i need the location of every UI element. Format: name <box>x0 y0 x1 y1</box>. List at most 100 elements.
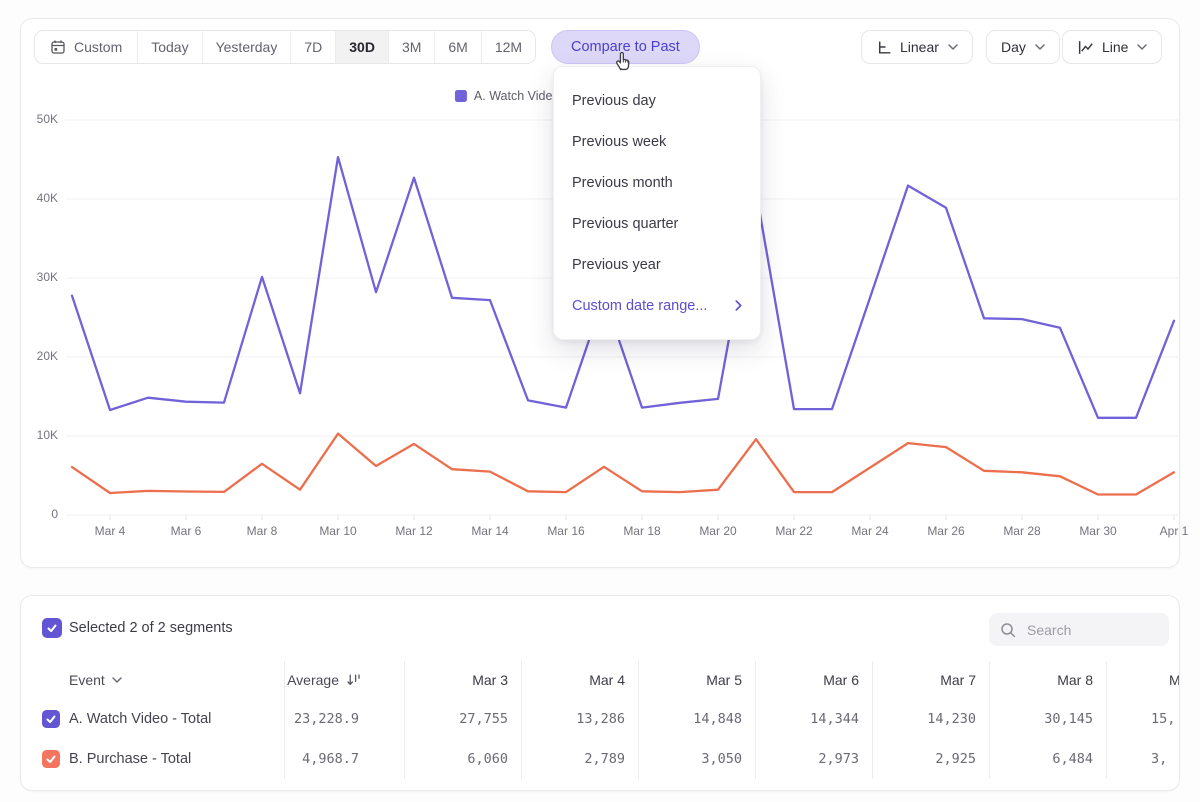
x-axis-tick-label: Mar 30 <box>1066 524 1130 538</box>
date-range-selector: Custom Today Yesterday 7D 30D 3M 6M 12M <box>34 30 536 64</box>
x-axis-tick-label: Mar 20 <box>686 524 750 538</box>
menu-item-custom-date-range[interactable]: Custom date range... <box>554 285 760 326</box>
scale-dropdown-button[interactable]: Linear <box>861 30 973 64</box>
compare-to-past-button[interactable]: Compare to Past <box>551 30 700 64</box>
compare-to-past-menu: Previous dayPrevious weekPrevious monthP… <box>553 66 761 340</box>
x-axis-tick-label: Mar 6 <box>154 524 218 538</box>
x-axis-tick-label: Mar 18 <box>610 524 674 538</box>
menu-item-previous-quarter[interactable]: Previous quarter <box>554 203 760 244</box>
menu-item-previous-week[interactable]: Previous week <box>554 121 760 162</box>
segment-name-cell: B. Purchase - Total <box>21 739 285 779</box>
x-axis-tick-label: Mar 22 <box>762 524 826 538</box>
date-range-label: 30D <box>349 39 375 55</box>
date-range-7d[interactable]: 7D <box>291 31 336 63</box>
menu-item-previous-year[interactable]: Previous year <box>554 244 760 285</box>
segment-label: A. Watch Video - Total <box>69 711 211 727</box>
interval-dropdown-button[interactable]: Day <box>986 30 1060 64</box>
date-range-label: Today <box>151 39 188 55</box>
column-header-label: Average <box>287 672 339 688</box>
column-header-label: M <box>1169 672 1180 688</box>
date-range-12m[interactable]: 12M <box>482 31 535 63</box>
segment-checkbox[interactable] <box>42 710 60 728</box>
segments-card: Selected 2 of 2 segments Event Average Mar… <box>20 595 1180 791</box>
column-header-label: Mar 7 <box>940 672 976 688</box>
y-axis-tick-label: 20K <box>6 349 58 363</box>
value-cell: 15, <box>1107 699 1180 739</box>
calendar-icon <box>50 39 66 55</box>
column-header-mar-4: Mar 4 <box>522 661 639 699</box>
scale-label: Linear <box>900 39 939 55</box>
y-axis-tick-label: 40K <box>6 191 58 205</box>
date-range-custom[interactable]: Custom <box>35 31 138 63</box>
x-axis-tick-label: Mar 10 <box>306 524 370 538</box>
date-range-label: 3M <box>402 39 421 55</box>
date-range-6m[interactable]: 6M <box>435 31 481 63</box>
value-cell: 6,060 <box>405 739 522 779</box>
date-range-label: 7D <box>304 39 322 55</box>
column-header-mar-3: Mar 3 <box>405 661 522 699</box>
value-cell: 14,344 <box>756 699 873 739</box>
chevron-right-icon <box>735 300 742 311</box>
segment-label: B. Purchase - Total <box>69 751 191 767</box>
select-all-segments-checkbox[interactable] <box>42 618 62 638</box>
value-cell: 14,848 <box>639 699 756 739</box>
column-header-label: Event <box>69 672 105 688</box>
search-icon <box>999 621 1017 639</box>
legend-swatch <box>455 90 467 102</box>
segment-checkbox[interactable] <box>42 750 60 768</box>
analytics-dashboard: Custom Today Yesterday 7D 30D 3M 6M 12M Compare… <box>0 0 1200 802</box>
x-axis-tick-label: Mar 16 <box>534 524 598 538</box>
y-axis-tick-label: 30K <box>6 270 58 284</box>
column-header-mar-7: Mar 7 <box>873 661 990 699</box>
value-cell: 23,228.9 <box>285 699 405 739</box>
y-axis-tick-label: 10K <box>6 428 58 442</box>
column-header-event[interactable]: Event <box>21 661 285 699</box>
date-range-label: Yesterday <box>216 39 278 55</box>
line-chart-icon <box>1077 39 1095 56</box>
chevron-down-icon <box>1137 44 1147 50</box>
value-cell: 27,755 <box>405 699 522 739</box>
interval-label: Day <box>1001 39 1026 55</box>
date-range-30d[interactable]: 30D <box>336 31 389 63</box>
column-header-label: Mar 4 <box>589 672 625 688</box>
column-header-average[interactable]: Average <box>285 661 405 699</box>
menu-item-previous-month[interactable]: Previous month <box>554 162 760 203</box>
axis-scale-icon <box>876 39 893 56</box>
x-axis-tick-label: Mar 24 <box>838 524 902 538</box>
y-axis-tick-label: 50K <box>6 112 58 126</box>
date-range-today[interactable]: Today <box>138 31 202 63</box>
column-header-mar-5: Mar 5 <box>639 661 756 699</box>
search-input[interactable] <box>1027 622 1157 638</box>
value-cell: 2,789 <box>522 739 639 779</box>
column-header-mar-8: Mar 8 <box>990 661 1107 699</box>
x-axis-tick-label: Mar 26 <box>914 524 978 538</box>
value-cell: 2,925 <box>873 739 990 779</box>
column-header-label: Mar 3 <box>472 672 508 688</box>
segment-name-cell: A. Watch Video - Total <box>21 699 285 739</box>
value-cell: 13,286 <box>522 699 639 739</box>
segments-search-box <box>989 613 1169 646</box>
x-axis-tick-label: Apr 1 <box>1142 524 1200 538</box>
date-range-label: 12M <box>495 39 522 55</box>
chart-type-dropdown-button[interactable]: Line <box>1062 30 1162 64</box>
x-axis-tick-label: Mar 14 <box>458 524 522 538</box>
date-range-3m[interactable]: 3M <box>389 31 435 63</box>
column-header-label: Mar 6 <box>823 672 859 688</box>
value-cell: 3, <box>1107 739 1180 779</box>
menu-item-previous-day[interactable]: Previous day <box>554 80 760 121</box>
value-cell: 2,973 <box>756 739 873 779</box>
x-axis-tick-label: Mar 8 <box>230 524 294 538</box>
value-cell: 14,230 <box>873 699 990 739</box>
date-range-yesterday[interactable]: Yesterday <box>203 31 292 63</box>
column-header-m: M <box>1107 661 1180 699</box>
segments-table: Event Average Mar 3 Mar 4 Mar 5 Mar 6 Mar 7 Mar… <box>21 661 1180 779</box>
chevron-down-icon <box>112 677 122 683</box>
column-header-label: Mar 5 <box>706 672 742 688</box>
value-cell: 4,968.7 <box>285 739 405 779</box>
sort-descending-icon[interactable] <box>346 673 362 687</box>
selected-segments-label: Selected 2 of 2 segments <box>69 620 233 636</box>
chevron-down-icon <box>948 44 958 50</box>
value-cell: 30,145 <box>990 699 1107 739</box>
value-cell: 6,484 <box>990 739 1107 779</box>
column-header-label: Mar 8 <box>1057 672 1093 688</box>
